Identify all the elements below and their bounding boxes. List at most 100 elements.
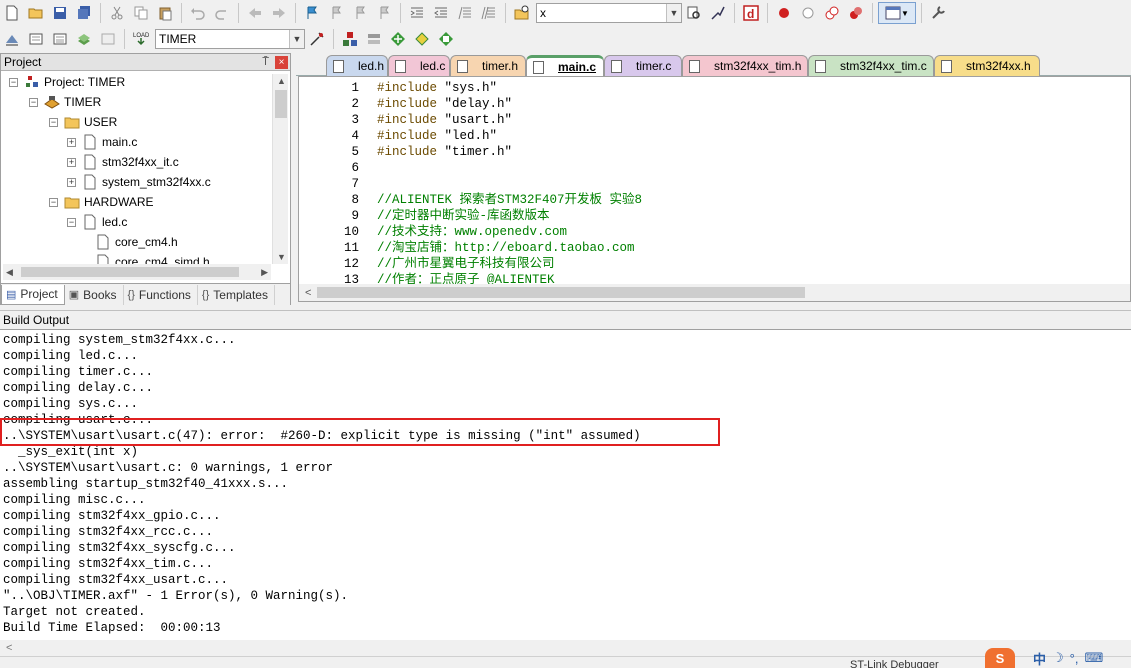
collapse-icon[interactable]: −: [29, 97, 38, 107]
code-area[interactable]: #include "sys.h" #include "delay.h" #inclu…: [377, 80, 642, 288]
sogou-ime-icon[interactable]: S: [985, 648, 1015, 668]
close-icon[interactable]: ×: [275, 55, 288, 69]
debug-session-icon[interactable]: d: [740, 2, 762, 24]
tab-templates[interactable]: {} Templates: [198, 284, 275, 305]
unindent-icon[interactable]: [430, 2, 452, 24]
scrollbar-thumb[interactable]: [21, 267, 239, 277]
scroll-left-icon[interactable]: <: [305, 287, 311, 299]
expand-icon[interactable]: +: [67, 137, 76, 147]
rebuild-icon[interactable]: [49, 28, 71, 50]
code-line[interactable]: [377, 176, 642, 192]
keyboard-icon[interactable]: ⌨: [1084, 650, 1103, 666]
target-options-icon[interactable]: [306, 28, 328, 50]
editor-tab[interactable]: timer.h: [450, 55, 526, 76]
scroll-up-icon[interactable]: ▲: [277, 76, 286, 86]
editor-tab[interactable]: stm32f4xx_tim.h: [682, 55, 808, 76]
moon-icon[interactable]: ☽: [1052, 650, 1064, 666]
code-line[interactable]: #include "led.h": [377, 128, 642, 144]
build-output-horizontal-scrollbar[interactable]: <: [0, 640, 1131, 656]
save-all-icon[interactable]: [73, 2, 95, 24]
select-packs-icon[interactable]: [363, 28, 385, 50]
nav-back-icon[interactable]: [244, 2, 266, 24]
collapse-icon[interactable]: −: [49, 117, 58, 127]
chevron-down-icon[interactable]: ▼: [666, 4, 681, 22]
compile-icon[interactable]: [1, 28, 23, 50]
comment-icon[interactable]: [454, 2, 476, 24]
download-load-icon[interactable]: LOAD: [130, 28, 152, 50]
copy-icon[interactable]: [130, 2, 152, 24]
breakpoint-icon[interactable]: [773, 2, 795, 24]
cut-icon[interactable]: [106, 2, 128, 24]
editor-tab[interactable]: stm32f4xx_tim.c: [808, 55, 934, 76]
code-line[interactable]: #include "delay.h": [377, 96, 642, 112]
target-select[interactable]: TIMER ▼: [155, 29, 305, 49]
nav-forward-icon[interactable]: [268, 2, 290, 24]
build-output-pane[interactable]: compiling system_stm32f4xx.c... compiling…: [0, 329, 1131, 641]
redo-icon[interactable]: [211, 2, 233, 24]
undo-icon[interactable]: [187, 2, 209, 24]
code-line[interactable]: //广州市星翼电子科技有限公司: [377, 256, 642, 272]
project-horizontal-scrollbar[interactable]: ◀ ▶: [3, 264, 271, 280]
prev-bookmark-icon[interactable]: [325, 2, 347, 24]
code-line[interactable]: [377, 160, 642, 176]
tree-item[interactable]: − TIMER: [29, 92, 101, 112]
scroll-right-icon[interactable]: ▶: [261, 267, 268, 278]
code-line[interactable]: #include "timer.h": [377, 144, 642, 160]
scroll-left-icon[interactable]: <: [6, 642, 12, 654]
open-folder-icon[interactable]: [25, 2, 47, 24]
find-in-files-icon[interactable]: [511, 2, 533, 24]
expand-icon[interactable]: +: [67, 177, 76, 187]
editor-horizontal-scrollbar[interactable]: <: [299, 284, 1130, 301]
project-vertical-scrollbar[interactable]: ▲ ▼: [272, 74, 288, 264]
ime-chinese-mode-icon[interactable]: 中: [1033, 649, 1046, 668]
tree-item[interactable]: + stm32f4xx_it.c: [67, 152, 179, 172]
manage-project-items-icon[interactable]: [339, 28, 361, 50]
punctuation-icon[interactable]: °,: [1070, 651, 1079, 666]
find-icon[interactable]: [683, 2, 705, 24]
tree-item[interactable]: − USER: [49, 112, 117, 132]
tree-item[interactable]: + system_stm32f4xx.c: [67, 172, 211, 192]
save-icon[interactable]: [49, 2, 71, 24]
paste-icon[interactable]: [154, 2, 176, 24]
scroll-down-icon[interactable]: ▼: [277, 252, 286, 262]
code-editor[interactable]: 1 2 3 4 5 6 7 8 9 10 11 12 13 #include "sys.h" #inclu…: [298, 76, 1131, 302]
tree-item[interactable]: − Project: TIMER: [9, 72, 125, 92]
clear-bookmarks-icon[interactable]: [373, 2, 395, 24]
find-combo[interactable]: x ▼: [536, 3, 682, 23]
collapse-icon[interactable]: −: [49, 197, 58, 207]
editor-tab[interactable]: led.c: [388, 55, 450, 76]
editor-tab[interactable]: timer.c: [604, 55, 682, 76]
breakpoint-disable-all-icon[interactable]: [821, 2, 843, 24]
chevron-down-icon[interactable]: ▼: [289, 30, 304, 48]
scroll-left-icon[interactable]: ◀: [6, 267, 13, 278]
tree-item[interactable]: − HARDWARE: [49, 192, 154, 212]
new-file-icon[interactable]: [1, 2, 23, 24]
editor-tab[interactable]: led.h: [326, 55, 388, 76]
collapse-icon[interactable]: −: [9, 77, 18, 87]
tab-books[interactable]: ▣ Books: [65, 284, 124, 305]
code-line[interactable]: //淘宝店铺：http://eboard.taobao.com: [377, 240, 642, 256]
code-line[interactable]: //定时器中断实验-库函数版本: [377, 208, 642, 224]
bookmark-icon[interactable]: [301, 2, 323, 24]
editor-tab[interactable]: main.c: [526, 55, 604, 76]
stop-build-icon[interactable]: [97, 28, 119, 50]
rte-manage-icon[interactable]: [387, 28, 409, 50]
breakpoint-kill-all-icon[interactable]: [845, 2, 867, 24]
code-line[interactable]: #include "sys.h": [377, 80, 642, 96]
uncomment-icon[interactable]: [478, 2, 500, 24]
tab-project[interactable]: ▤ Project: [1, 284, 65, 305]
tree-item[interactable]: + main.c: [67, 132, 137, 152]
scrollbar-thumb[interactable]: [317, 287, 805, 298]
tree-item[interactable]: core_cm4.h: [95, 232, 178, 252]
indent-icon[interactable]: [406, 2, 428, 24]
code-line[interactable]: #include "usart.h": [377, 112, 642, 128]
breakpoint-disable-icon[interactable]: [797, 2, 819, 24]
window-layout-icon[interactable]: ▼: [878, 2, 916, 24]
tab-functions[interactable]: {} Functions: [124, 284, 198, 305]
next-bookmark-icon[interactable]: [349, 2, 371, 24]
code-line[interactable]: //技术支持：www.openedv.com: [377, 224, 642, 240]
tree-item[interactable]: − led.c: [67, 212, 127, 232]
incremental-find-icon[interactable]: [707, 2, 729, 24]
collapse-icon[interactable]: −: [67, 217, 76, 227]
pin-icon[interactable]: ⍑: [262, 56, 269, 69]
